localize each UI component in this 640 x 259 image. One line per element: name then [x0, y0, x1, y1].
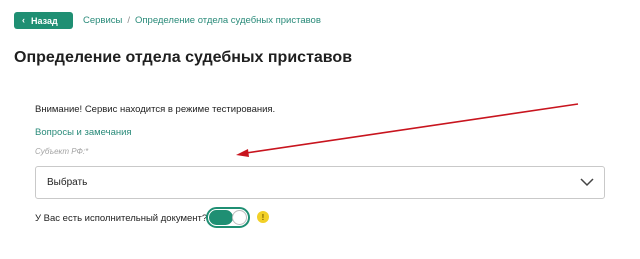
help-icon[interactable]: ! — [257, 211, 269, 223]
document-question-label: У Вас есть исполнительный документ? — [35, 213, 208, 224]
breadcrumb-item-services[interactable]: Сервисы — [83, 15, 122, 26]
breadcrumb-separator: / — [127, 15, 130, 26]
chevron-left-icon: ‹ — [22, 15, 25, 25]
back-button-label: Назад — [31, 15, 58, 26]
breadcrumb-item-current[interactable]: Определение отдела судебных приставов — [135, 15, 321, 26]
region-field-label: Субъект РФ:* — [35, 147, 89, 156]
region-select-value: Выбрать — [47, 177, 88, 188]
chevron-down-icon — [580, 178, 594, 187]
breadcrumb: Сервисы / Определение отдела судебных пр… — [83, 15, 321, 26]
toggle-knob — [232, 210, 247, 225]
document-toggle[interactable] — [206, 207, 250, 228]
region-select[interactable]: Выбрать — [35, 166, 605, 199]
testing-notice: Внимание! Сервис находится в режиме тест… — [35, 104, 276, 115]
page-title: Определение отдела судебных приставов — [14, 49, 353, 66]
feedback-link[interactable]: Вопросы и замечания — [35, 127, 132, 138]
back-button[interactable]: ‹ Назад — [14, 12, 73, 29]
toggle-track — [209, 210, 233, 225]
